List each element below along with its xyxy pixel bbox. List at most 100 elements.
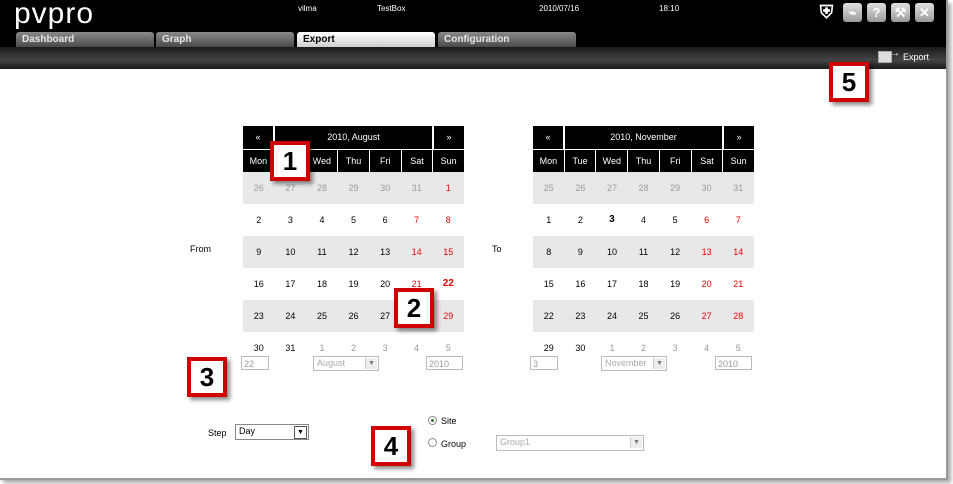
calendar-day[interactable]: 15 xyxy=(533,268,565,300)
calendar-day[interactable]: 31 xyxy=(401,172,433,204)
shield-icon[interactable]: ⛨ xyxy=(817,2,836,22)
calendar-grid: 26 27 28 29 30 31 1 2 3 4 5 6 7 8 9 10 11 12 13 14 15 16 17 18 1… xyxy=(243,172,464,364)
calendar-day[interactable]: 20 xyxy=(691,268,723,300)
callout-badge: 1 xyxy=(270,141,310,181)
calendar-day[interactable]: 17 xyxy=(275,268,307,300)
group-radio[interactable] xyxy=(428,438,437,447)
calendar-day[interactable]: 26 xyxy=(659,300,691,332)
prev-month-button[interactable]: « xyxy=(533,126,563,149)
calendar-day[interactable]: 7 xyxy=(722,204,754,236)
calendar-day[interactable]: 15 xyxy=(432,236,464,268)
tab-configuration[interactable]: Configuration xyxy=(438,32,576,47)
calendar-day[interactable]: 27 xyxy=(596,172,628,204)
calendar-day[interactable]: 1 xyxy=(432,172,464,204)
calendar-day[interactable]: 14 xyxy=(722,236,754,268)
calendar-day[interactable]: 25 xyxy=(306,300,338,332)
from-month-select[interactable]: August ▼ xyxy=(313,356,379,371)
calendar-day[interactable]: 13 xyxy=(691,236,723,268)
calendar-day[interactable]: 9 xyxy=(243,236,275,268)
calendar-day[interactable]: 29 xyxy=(338,172,370,204)
calendar-day[interactable]: 28 xyxy=(628,172,660,204)
calendar-day[interactable]: 9 xyxy=(565,236,597,268)
calendar-day[interactable]: 29 xyxy=(432,300,464,332)
calendar-day[interactable]: 25 xyxy=(533,172,565,204)
calendar-day[interactable]: 10 xyxy=(596,236,628,268)
calendar-day[interactable]: 24 xyxy=(596,300,628,332)
from-day-input[interactable]: 22 xyxy=(241,356,269,370)
step-select[interactable]: Day ▼ xyxy=(235,424,309,440)
calendar-day[interactable]: 4 xyxy=(306,204,338,236)
help-icon[interactable]: ? xyxy=(867,3,886,22)
calendar-day[interactable]: 3 xyxy=(275,204,307,236)
calendar-day[interactable]: 5 xyxy=(338,204,370,236)
close-icon[interactable]: ✕ xyxy=(915,3,934,22)
calendar-day[interactable]: 31 xyxy=(722,172,754,204)
calendar-day[interactable]: 31 xyxy=(275,332,307,364)
calendar-week: 1234567 xyxy=(533,204,754,236)
site-label: Site xyxy=(441,416,457,426)
calendar-day[interactable]: 18 xyxy=(306,268,338,300)
calendar-day[interactable]: 30 xyxy=(565,332,597,364)
calendar-day[interactable]: 28 xyxy=(722,300,754,332)
calendar-day[interactable]: 22 xyxy=(432,268,464,300)
calendar-day[interactable]: 17 xyxy=(596,268,628,300)
calendar-day[interactable]: 29 xyxy=(659,172,691,204)
to-year-input[interactable]: 2010 xyxy=(715,356,752,370)
calendar-day[interactable]: 11 xyxy=(306,236,338,268)
calendar-day[interactable]: 8 xyxy=(533,236,565,268)
calendar-day[interactable]: 16 xyxy=(565,268,597,300)
calendar-day[interactable]: 2 xyxy=(565,204,597,236)
calendar-day[interactable]: 10 xyxy=(275,236,307,268)
calendar-day[interactable]: 16 xyxy=(243,268,275,300)
calendar-day[interactable]: 21 xyxy=(722,268,754,300)
next-month-button[interactable]: » xyxy=(434,126,464,149)
to-day-input[interactable]: 3 xyxy=(530,356,558,370)
weekday-label: Sat xyxy=(401,150,433,172)
prev-month-button[interactable]: « xyxy=(243,126,273,149)
tools-icon[interactable]: ⚒ xyxy=(891,3,910,22)
calendar-day[interactable]: 23 xyxy=(565,300,597,332)
calendar-day[interactable]: 27 xyxy=(691,300,723,332)
calendar-day[interactable]: 6 xyxy=(369,204,401,236)
group-select[interactable]: Group1 ▼ xyxy=(496,435,644,451)
calendar-day[interactable]: 13 xyxy=(369,236,401,268)
calendar-day[interactable]: 1 xyxy=(533,204,565,236)
calendar-day[interactable]: 2 xyxy=(243,204,275,236)
calendar-day[interactable]: 30 xyxy=(369,172,401,204)
calendar-day[interactable]: 19 xyxy=(338,268,370,300)
calendar-day[interactable]: 7 xyxy=(401,204,433,236)
calendar-day[interactable]: 24 xyxy=(275,300,307,332)
calendar-day[interactable]: 12 xyxy=(659,236,691,268)
calendar-day[interactable]: 14 xyxy=(401,236,433,268)
calendar-day[interactable]: 19 xyxy=(659,268,691,300)
calendar-day[interactable]: 28 xyxy=(306,172,338,204)
tab-dashboard[interactable]: Dashboard xyxy=(16,32,154,47)
site-radio[interactable] xyxy=(428,416,437,425)
calendar-day[interactable]: 18 xyxy=(628,268,660,300)
calendar-day[interactable]: 4 xyxy=(628,204,660,236)
calendar-day[interactable]: 11 xyxy=(628,236,660,268)
calendar-day[interactable]: 5 xyxy=(659,204,691,236)
weekday-label: Wed xyxy=(596,150,628,172)
calendar-day[interactable]: 6 xyxy=(691,204,723,236)
calendar-day[interactable]: 26 xyxy=(565,172,597,204)
calendar-day[interactable]: 8 xyxy=(432,204,464,236)
to-month-select[interactable]: November ▼ xyxy=(601,356,667,371)
network-icon[interactable]: ⌁ xyxy=(843,3,862,22)
calendar-day[interactable]: 26 xyxy=(338,300,370,332)
tab-export[interactable]: Export xyxy=(297,32,435,47)
calendar-day[interactable]: 12 xyxy=(338,236,370,268)
calendar-day[interactable]: 30 xyxy=(691,172,723,204)
weekday-label: Mon xyxy=(533,150,564,172)
export-button[interactable]: Export xyxy=(878,48,929,63)
calendar-day[interactable]: 25 xyxy=(628,300,660,332)
calendar-day[interactable]: 23 xyxy=(243,300,275,332)
next-month-button[interactable]: » xyxy=(724,126,754,149)
from-year-input[interactable]: 2010 xyxy=(426,356,463,370)
to-month-value: November xyxy=(605,358,647,368)
export-icon xyxy=(878,48,900,63)
tab-graph[interactable]: Graph xyxy=(156,32,294,47)
chevron-down-icon: ▼ xyxy=(365,358,377,369)
calendar-day[interactable]: 3 xyxy=(596,204,628,236)
calendar-day[interactable]: 22 xyxy=(533,300,565,332)
